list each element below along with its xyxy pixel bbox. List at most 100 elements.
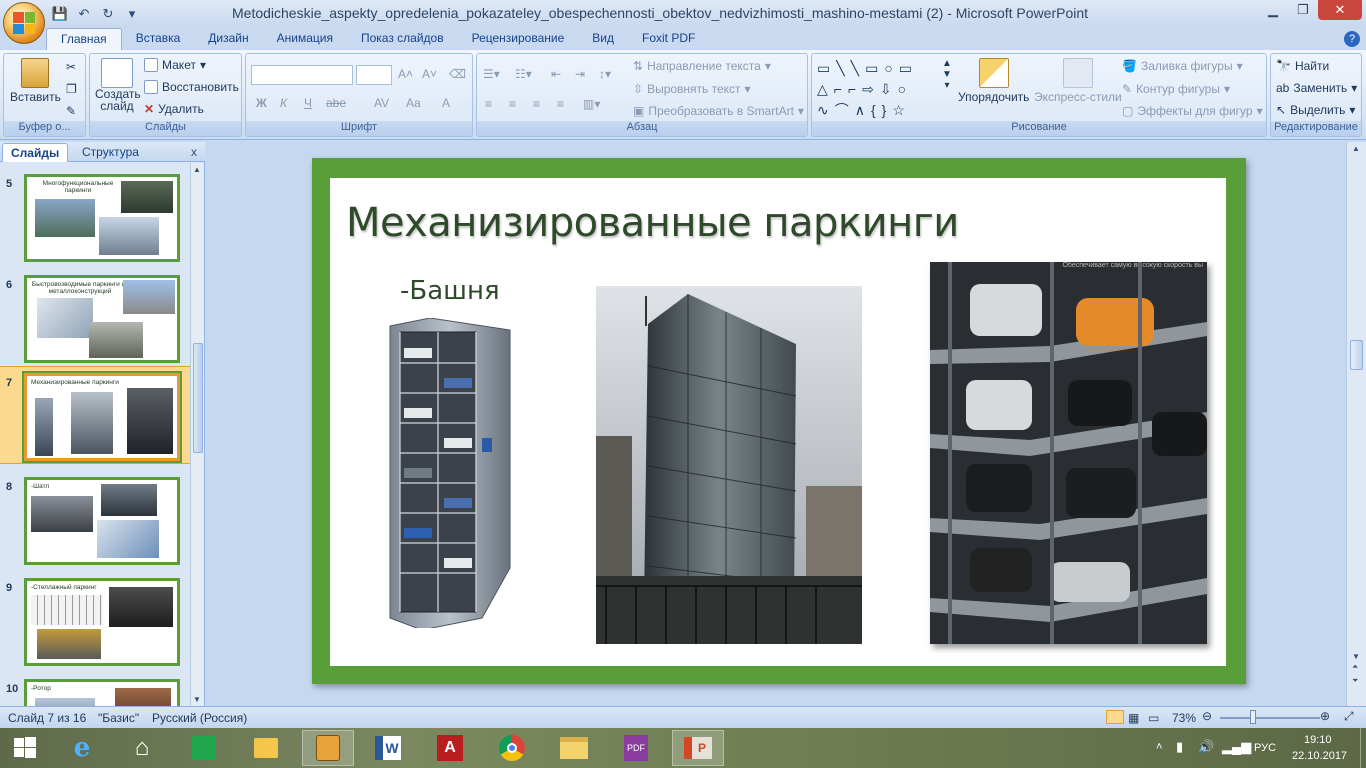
increase-indent-icon[interactable]: ⇥ bbox=[575, 67, 585, 81]
start-button[interactable] bbox=[0, 730, 50, 766]
battery-icon[interactable]: ▮ bbox=[1176, 739, 1183, 755]
store-icon[interactable] bbox=[178, 730, 230, 766]
align-left-icon[interactable]: ≡ bbox=[485, 97, 492, 111]
folder-icon[interactable] bbox=[548, 730, 600, 766]
scroll-thumb[interactable] bbox=[1350, 340, 1363, 370]
show-desktop-button[interactable] bbox=[1360, 728, 1366, 768]
slide-thumbnail[interactable]: Механизированные паркинги bbox=[22, 371, 182, 463]
bold-button[interactable]: Ж bbox=[256, 96, 267, 110]
shrink-font-icon[interactable]: A˅ bbox=[422, 67, 437, 81]
tab-foxit-pdf[interactable]: Foxit PDF bbox=[628, 28, 709, 50]
smartart-button[interactable]: ▣ Преобразовать в SmartArt ▾ bbox=[633, 104, 804, 118]
align-text-button[interactable]: ⇳ Выровнять текст ▾ bbox=[633, 82, 751, 96]
arrange-button[interactable]: Упорядочить bbox=[958, 58, 1029, 104]
tab-review[interactable]: Рецензирование bbox=[458, 28, 579, 50]
customize-toolbar-icon[interactable]: ▾ bbox=[122, 4, 142, 24]
font-name-input[interactable] bbox=[251, 65, 353, 85]
tab-insert[interactable]: Вставка bbox=[122, 28, 195, 50]
slide-scrollbar[interactable]: ▲ ▼ ⏶ ⏷ bbox=[1346, 142, 1366, 706]
new-slide-button[interactable]: Создать слайд bbox=[95, 58, 141, 112]
zoom-slider-thumb[interactable] bbox=[1250, 710, 1256, 724]
strikethrough-button[interactable]: abe bbox=[326, 96, 346, 110]
slide-thumbnail[interactable]: -Ротор bbox=[24, 679, 180, 706]
tab-design[interactable]: Дизайн bbox=[194, 28, 262, 50]
clock-time[interactable]: 19:10 bbox=[1304, 734, 1332, 746]
text-direction-button[interactable]: ⇅ Направление текста ▾ bbox=[633, 59, 771, 73]
underline-button[interactable]: Ч bbox=[304, 96, 312, 110]
decrease-indent-icon[interactable]: ⇤ bbox=[551, 67, 561, 81]
notes-app-icon[interactable] bbox=[302, 730, 354, 766]
tab-slideshow[interactable]: Показ слайдов bbox=[347, 28, 458, 50]
slide-thumbnail[interactable]: -Шатл bbox=[24, 477, 180, 565]
tab-home[interactable]: Главная bbox=[46, 28, 122, 50]
undo-icon[interactable]: ↶ bbox=[74, 4, 94, 24]
save-icon[interactable]: 💾 bbox=[50, 4, 70, 24]
file-explorer-icon[interactable] bbox=[240, 730, 292, 766]
scroll-down-icon[interactable]: ▼ bbox=[1352, 652, 1360, 661]
copy-icon[interactable]: ❐ bbox=[66, 82, 77, 96]
car-storage-photo[interactable]: Обеспечивает самую высокую скорость вы bbox=[930, 262, 1207, 644]
bullets-icon[interactable]: ☰▾ bbox=[483, 67, 500, 81]
slide-thumbnail[interactable]: Быстровозводимые паркинги из металлоконс… bbox=[24, 275, 180, 363]
columns-icon[interactable]: ▥▾ bbox=[583, 97, 600, 111]
thumbnail-item[interactable]: 6 Быстровозводимые паркинги из металлоко… bbox=[0, 269, 190, 365]
powerpoint-icon[interactable]: P bbox=[672, 730, 724, 766]
language[interactable]: Русский (Россия) bbox=[152, 711, 247, 725]
char-spacing-button[interactable]: AV bbox=[374, 96, 389, 110]
tab-outline[interactable]: Структура bbox=[74, 143, 147, 162]
zoom-in-icon[interactable]: ⊕ bbox=[1320, 709, 1330, 723]
next-slide-icon[interactable]: ⏷ bbox=[1352, 676, 1358, 686]
numbering-icon[interactable]: ☷▾ bbox=[515, 67, 532, 81]
zoom-slider[interactable] bbox=[1220, 717, 1320, 719]
prev-slide-icon[interactable]: ⏶ bbox=[1352, 662, 1358, 672]
autocad-icon[interactable]: A bbox=[424, 730, 476, 766]
quick-styles-button[interactable]: Экспресс-стили bbox=[1034, 58, 1122, 104]
select-button[interactable]: ↖ Выделить ▾ bbox=[1276, 103, 1355, 117]
shape-effects-button[interactable]: ▢ Эффекты для фигур ▾ bbox=[1122, 104, 1263, 118]
align-right-icon[interactable]: ≡ bbox=[533, 97, 540, 111]
restore-button[interactable]: ❐ bbox=[1288, 0, 1318, 20]
layout-button[interactable]: Макет ▾ bbox=[144, 58, 206, 72]
slide[interactable]: Механизированные паркинги -Башня Обеспеч… bbox=[312, 158, 1246, 684]
font-color-button[interactable]: A bbox=[442, 96, 450, 110]
redo-icon[interactable]: ↻ bbox=[98, 4, 118, 24]
scroll-up-icon[interactable]: ▲ bbox=[193, 165, 201, 174]
align-center-icon[interactable]: ≡ bbox=[509, 97, 516, 111]
italic-button[interactable]: К bbox=[280, 96, 287, 110]
help-icon[interactable]: ? bbox=[1344, 31, 1360, 47]
tab-slides[interactable]: Слайды bbox=[2, 143, 69, 162]
replace-button[interactable]: ab Заменить ▾ bbox=[1276, 81, 1357, 95]
close-button[interactable]: ✕ bbox=[1318, 0, 1362, 20]
minimize-button[interactable]: ▁ bbox=[1258, 0, 1288, 20]
foxit-pdf-icon[interactable]: PDF bbox=[610, 730, 662, 766]
find-button[interactable]: 🔭 Найти bbox=[1276, 59, 1329, 73]
slide-sorter-icon[interactable]: ▦ bbox=[1128, 711, 1139, 725]
shapes-scroll[interactable]: ▲ ▼ ▾ bbox=[942, 58, 952, 91]
shape-outline-button[interactable]: ✎ Контур фигуры ▾ bbox=[1122, 82, 1230, 96]
slide-subtitle[interactable]: -Башня bbox=[400, 276, 500, 306]
normal-view-icon[interactable] bbox=[1106, 710, 1124, 724]
justify-icon[interactable]: ≡ bbox=[557, 97, 564, 111]
word-icon[interactable]: W bbox=[362, 730, 414, 766]
chrome-icon[interactable] bbox=[486, 730, 538, 766]
shapes-gallery[interactable]: ▭╲╲▭○▭ △⌐⌐⇨⇩○ ∿⌒∧{}☆ bbox=[817, 58, 941, 120]
paste-button[interactable]: Вставить bbox=[10, 58, 61, 104]
thumbnail-item[interactable]: 10 -Ротор bbox=[0, 673, 190, 706]
format-painter-icon[interactable]: ✎ bbox=[66, 104, 76, 118]
internet-explorer-icon[interactable]: e bbox=[56, 730, 108, 766]
delete-slide-button[interactable]: ✕ Удалить bbox=[144, 102, 204, 116]
network-icon[interactable]: ▂▄▆ bbox=[1222, 739, 1251, 755]
office-button[interactable] bbox=[3, 2, 45, 44]
reset-button[interactable]: Восстановить bbox=[144, 80, 239, 94]
glass-tower-photo[interactable] bbox=[596, 286, 862, 644]
tray-expand-icon[interactable]: ˄ bbox=[1156, 741, 1162, 753]
zoom-out-icon[interactable]: ⊖ bbox=[1202, 709, 1212, 723]
close-pane-icon[interactable]: x bbox=[191, 145, 197, 159]
clock-date[interactable]: 22.10.2017 bbox=[1292, 750, 1347, 762]
scroll-thumb[interactable] bbox=[193, 343, 203, 453]
tab-animation[interactable]: Анимация bbox=[263, 28, 347, 50]
slide-title[interactable]: Механизированные паркинги bbox=[346, 200, 959, 246]
zoom-level[interactable]: 73% bbox=[1172, 711, 1196, 725]
input-language[interactable]: РУС bbox=[1254, 742, 1276, 754]
thumbnail-item[interactable]: 8 -Шатл bbox=[0, 471, 190, 567]
